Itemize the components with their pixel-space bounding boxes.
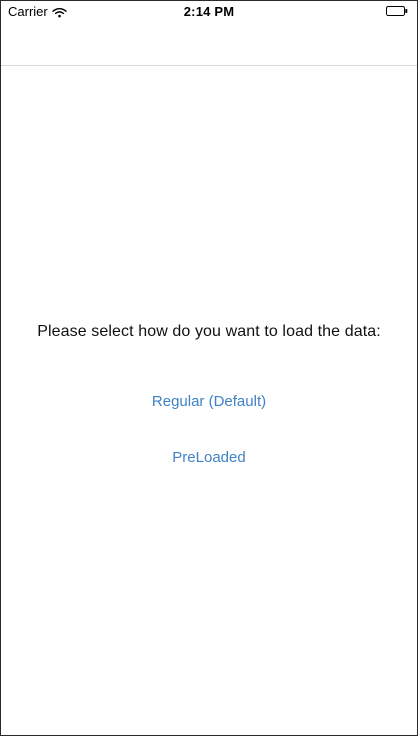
battery-icon bbox=[386, 6, 408, 16]
regular-default-button[interactable]: Regular (Default) bbox=[152, 392, 266, 412]
load-data-prompt: Please select how do you want to load th… bbox=[37, 323, 381, 340]
app-screen: Carrier 2:14 PM Please select how do you… bbox=[0, 0, 418, 736]
status-bar: Carrier 2:14 PM bbox=[1, 1, 417, 23]
preloaded-button[interactable]: PreLoaded bbox=[172, 448, 245, 468]
navigation-bar bbox=[1, 23, 417, 66]
status-time: 2:14 PM bbox=[183, 4, 235, 19]
